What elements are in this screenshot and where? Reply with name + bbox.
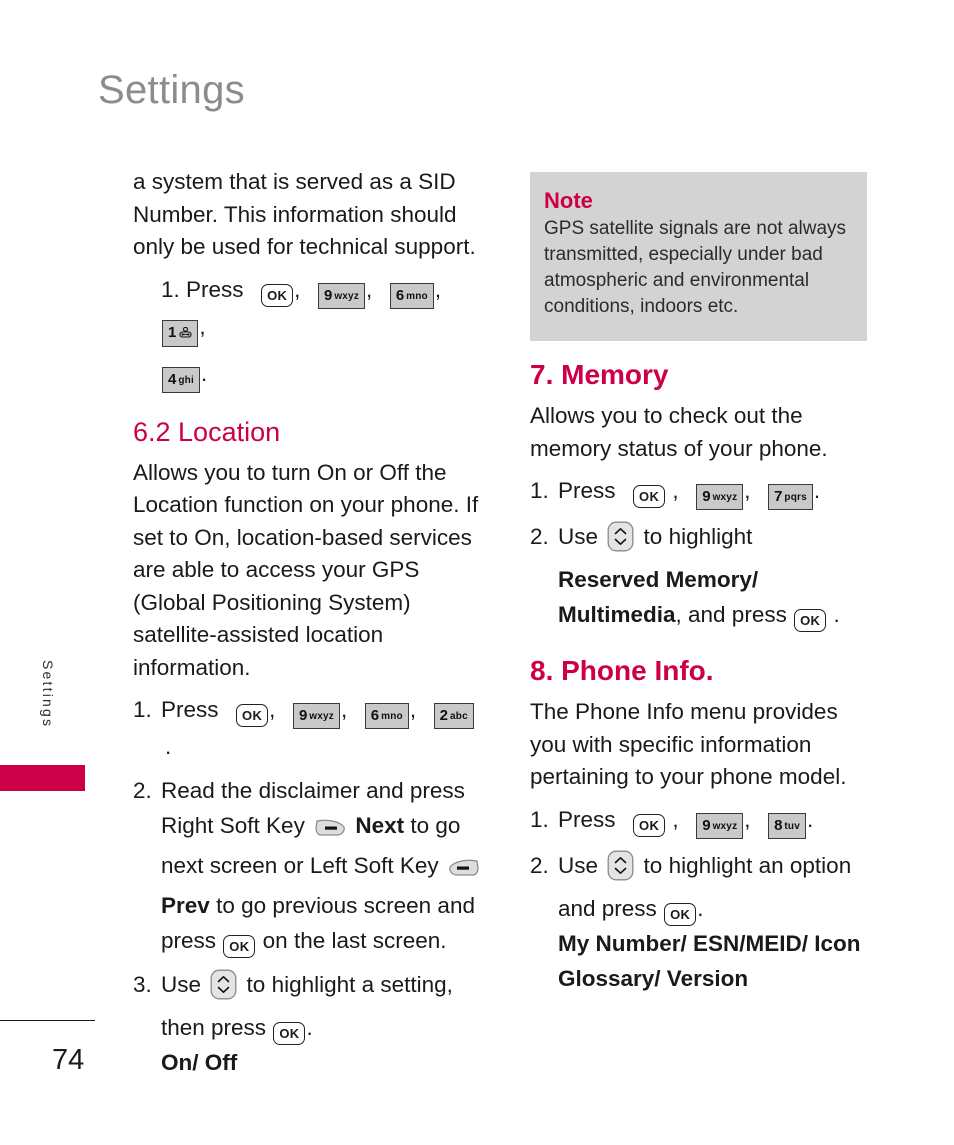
comma: , (744, 478, 751, 503)
key-6-icon[interactable]: 6 mno (364, 703, 409, 729)
key-9-icon[interactable]: 9 wxyz (292, 703, 340, 729)
comma: , (672, 806, 679, 832)
list-item: 3. Use to highlight a setting, then pres… (133, 967, 485, 1080)
comma: , (672, 478, 679, 503)
key-9-icon[interactable]: 9 wxyz (696, 484, 744, 510)
step-number: 2. (133, 778, 152, 803)
step-number: 3. (133, 972, 152, 997)
navigation-updown-key-icon[interactable] (607, 850, 634, 891)
step-text: Use (558, 852, 599, 878)
ok-key-icon[interactable]: OK (633, 813, 666, 837)
comma: , (199, 313, 206, 339)
section-body-location: Allows you to turn On or Off the Locatio… (133, 459, 479, 680)
step-number: 2. (530, 852, 549, 878)
comma: , (269, 697, 276, 722)
step-text: on the last screen. (262, 928, 447, 953)
ok-key-icon[interactable]: OK (633, 485, 666, 508)
list-item: 1. Press OK, 9 wxyz, 6 mno, 1, (133, 272, 485, 347)
step-verb: Press (558, 806, 616, 832)
left-soft-key-icon[interactable] (447, 853, 481, 888)
section-heading-memory: 7. Memory (530, 359, 669, 390)
key-9-icon[interactable]: 9 wxyz (317, 282, 366, 309)
ok-key-icon[interactable]: OK (664, 902, 697, 926)
period: . (807, 806, 814, 832)
section-heading-location: 6.2 Location (133, 416, 281, 447)
comma: , (341, 697, 348, 722)
section-heading-phone-info: 8. Phone Info. (530, 655, 714, 686)
key-9-icon[interactable]: 9 wxyz (696, 812, 744, 839)
key-6-icon[interactable]: 6 mno (389, 282, 434, 309)
ok-key-icon[interactable]: OK (261, 283, 294, 307)
step-options-list: My Number/ ESN/MEID/ Icon Glossary/ Vers… (558, 930, 861, 991)
step-text: Use (161, 972, 202, 997)
page-title: Settings (98, 68, 245, 112)
key-8-icon[interactable]: 8 tuv (768, 812, 807, 839)
note-title: Note (544, 188, 593, 213)
phone-info-steps: 1. Press OK , 9 wxyz, 8 tuv. 2. Use to hig… (530, 802, 875, 996)
ok-key-icon[interactable]: OK (273, 1022, 306, 1045)
step-text: , and press (675, 602, 787, 627)
navigation-updown-key-icon[interactable] (607, 521, 634, 562)
step-verb: Press (161, 697, 219, 722)
period: . (200, 360, 208, 386)
step-options-list: On/ Off (161, 1050, 238, 1075)
section-body-phone-info: The Phone Info menu provides you with sp… (530, 699, 847, 789)
right-soft-key-icon[interactable] (313, 813, 347, 848)
period: . (165, 734, 172, 759)
comma: , (366, 276, 373, 302)
ok-key-icon[interactable]: OK (236, 704, 269, 727)
list-item: 2. Use to highlight an option and press … (530, 848, 875, 996)
list-item: 1. Press OK , 9 wxyz, 7 pqrs. (530, 473, 875, 510)
continued-paragraph: a system that is served as a SID Number.… (133, 169, 476, 259)
step-text: Read the disclaimer and press (161, 778, 465, 803)
section-body-memory: Allows you to check out the memory statu… (530, 403, 828, 461)
soft-key-label-next: Next (355, 813, 405, 838)
key-2-icon[interactable]: 2 abc (433, 703, 474, 729)
step-press-label: 1. Press (161, 276, 244, 302)
step-text: Right Soft Key (161, 813, 305, 838)
side-tab-label: Settings (40, 660, 56, 729)
comma: , (409, 697, 417, 722)
page-footer-divider (0, 1020, 95, 1021)
location-steps: 1. Press OK, 9 wxyz, 6 mno, 2 abc . 2. Read… (133, 692, 485, 1080)
key-7-icon[interactable]: 7 pqrs (768, 484, 813, 510)
list-item-continuation: 4 ghi. (133, 356, 485, 393)
key-4-icon[interactable]: 4 ghi (162, 366, 200, 393)
period: . (697, 895, 704, 921)
period: . (813, 478, 821, 503)
voicemail-icon (179, 326, 192, 341)
step-text: to highlight an option and press (558, 852, 852, 921)
left-column: a system that is served as a SID Number.… (133, 166, 485, 1089)
step-verb: Press (558, 478, 616, 503)
step-text: to highlight (643, 524, 753, 549)
memory-steps: 1. Press OK , 9 wxyz, 7 pqrs. 2. Use to hi… (530, 473, 875, 632)
period: . (833, 602, 840, 627)
step-number: 2. (530, 524, 549, 549)
comma: , (294, 276, 301, 302)
step-number: 1. (530, 806, 549, 832)
note-body: GPS satellite signals are not always tra… (544, 218, 847, 317)
ok-key-icon[interactable]: OK (223, 935, 256, 958)
list-item: 1. Press OK, 9 wxyz, 6 mno, 2 abc . (133, 692, 485, 764)
period: . (306, 1015, 313, 1040)
right-column: 7. Memory Allows you to check out the me… (530, 358, 875, 1005)
soft-key-label-prev: Prev (161, 893, 210, 918)
side-tab-marker (0, 765, 85, 791)
list-item: 2. Read the disclaimer and press Right S… (133, 773, 485, 958)
comma: , (744, 806, 751, 832)
step-text: Use (558, 524, 599, 549)
key-1-voicemail-icon[interactable]: 1 (162, 319, 199, 347)
page-number: 74 (52, 1044, 85, 1076)
comma: , (434, 276, 442, 302)
ok-key-icon[interactable]: OK (794, 609, 827, 632)
intro-steps: 1. Press OK, 9 wxyz, 6 mno, 1, 4 ghi. (133, 272, 485, 393)
list-item: 1. Press OK , 9 wxyz, 8 tuv. (530, 802, 875, 839)
navigation-updown-key-icon[interactable] (210, 969, 237, 1010)
note-box: Note GPS satellite signals are not alway… (530, 172, 867, 341)
step-number: 1. (133, 697, 152, 722)
step-number: 1. (530, 478, 549, 503)
list-item: 2. Use to highlight Reserved Memory/ Mul… (530, 519, 875, 632)
